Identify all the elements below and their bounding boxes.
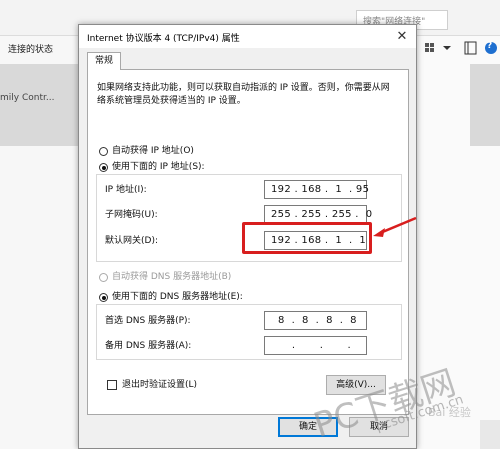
preferred-dns-label: 首选 DNS 服务器(P): <box>105 316 191 326</box>
manual-ip-label: 使用下面的 IP 地址(S): <box>112 162 205 172</box>
close-icon: ✕ <box>396 29 408 44</box>
ip-address-input[interactable]: 192 . 168 . 1 . 95 <box>264 180 369 199</box>
preferred-dns-input[interactable]: 8 . 8 . 8 . 8 <box>264 311 367 330</box>
auto-dns-radio[interactable] <box>99 273 108 282</box>
help-icon[interactable]: ? <box>487 41 492 51</box>
alternate-dns-label: 备用 DNS 服务器(A): <box>105 341 192 351</box>
manual-dns-radio[interactable] <box>99 293 108 302</box>
advanced-button[interactable]: 高级(V)... <box>326 375 386 395</box>
background-selected-item[interactable] <box>0 64 78 146</box>
auto-ip-label: 自动获得 IP 地址(O) <box>112 146 194 156</box>
validate-on-exit-checkbox[interactable] <box>107 380 117 390</box>
cancel-button[interactable]: 取消 <box>349 417 409 437</box>
validate-on-exit-label: 退出时验证设置(L) <box>122 380 198 390</box>
auto-dns-label: 自动获得 DNS 服务器地址(B) <box>112 272 232 282</box>
dialog-titlebar[interactable]: Internet 协议版本 4 (TCP/IPv4) 属性 ✕ <box>79 25 416 48</box>
alternate-dns-input[interactable]: . . . <box>264 336 367 355</box>
auto-ip-radio[interactable] <box>99 147 108 156</box>
manual-dns-label: 使用下面的 DNS 服务器地址(E): <box>112 292 243 302</box>
description-line-1: 如果网络支持此功能，则可以获取自动指派的 IP 设置。否则，你需要从网 <box>97 83 390 93</box>
background-right-item <box>470 64 500 146</box>
manual-ip-radio[interactable] <box>99 163 108 172</box>
tab-general[interactable]: 常规 <box>87 52 121 70</box>
close-button[interactable]: ✕ <box>391 28 413 46</box>
gateway-highlight-box <box>242 222 372 254</box>
background-status-label: 连接的状态 <box>8 45 54 55</box>
pointer-arrow-icon <box>373 216 417 237</box>
dialog-title: Internet 协议版本 4 (TCP/IPv4) 属性 <box>87 34 240 44</box>
description-line-2: 络系统管理员处获得适当的 IP 设置。 <box>97 96 246 106</box>
ok-button[interactable]: 确定 <box>278 417 338 437</box>
background-scroll-area <box>480 420 500 449</box>
default-gateway-label: 默认网关(D): <box>105 236 158 246</box>
subnet-mask-label: 子网掩码(U): <box>105 210 158 220</box>
background-item-label: mily Contr... <box>0 93 55 103</box>
ip-address-label: IP 地址(I): <box>105 185 147 195</box>
